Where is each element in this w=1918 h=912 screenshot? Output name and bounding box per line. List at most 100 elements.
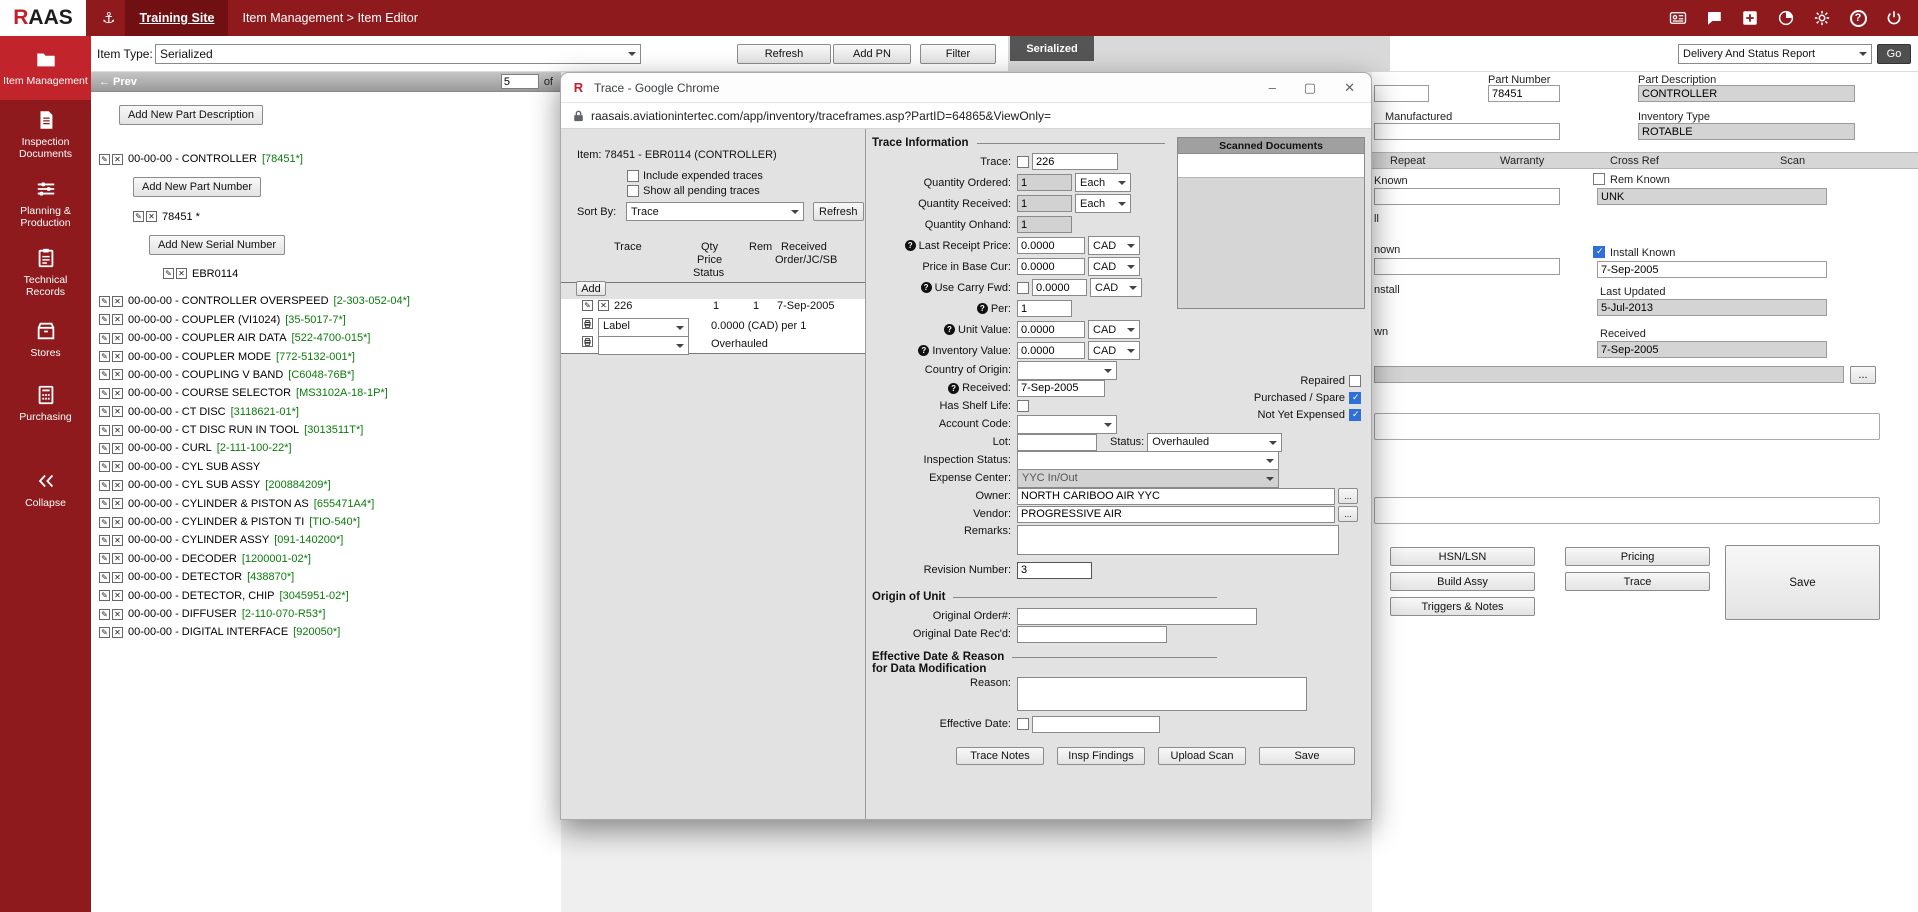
reason-textarea[interactable] — [1017, 677, 1307, 711]
delete-icon[interactable]: ✕ — [112, 406, 123, 417]
insp-findings-button[interactable]: Insp Findings — [1057, 747, 1145, 765]
sidebar-item-purchasing[interactable]: Purchasing — [0, 371, 91, 435]
last-receipt-price-input[interactable] — [1017, 237, 1085, 254]
prev-page-link[interactable]: ← Prev — [99, 76, 137, 88]
edit-icon[interactable]: ✎ — [99, 535, 110, 546]
effective-date-input[interactable] — [1032, 716, 1160, 733]
sort-by-select[interactable]: Trace — [626, 202, 804, 221]
tree-item[interactable]: ✎ ✕ 00-00-00 - DECODER [1200001-02*] — [99, 550, 561, 568]
not-yet-expensed-row[interactable]: Not Yet Expensed — [1254, 409, 1361, 421]
include-expended-checkbox-row[interactable]: Include expended traces — [627, 170, 763, 182]
tree-item[interactable]: ✎ ✕ 00-00-00 - COUPLER MODE [772-5132-00… — [99, 347, 561, 365]
add-new-part-number-button[interactable]: Add New Part Number — [133, 177, 261, 197]
upload-scan-button[interactable]: Upload Scan — [1158, 747, 1246, 765]
delete-icon[interactable]: ✕ — [176, 268, 187, 279]
sidebar-item-item-management[interactable]: Item Management — [0, 36, 91, 100]
add-new-serial-number-button[interactable]: Add New Serial Number — [149, 235, 285, 255]
remarks-textarea[interactable] — [1017, 525, 1339, 555]
rem-known-checkbox[interactable] — [1593, 173, 1605, 185]
settings-gears-icon[interactable] — [1812, 8, 1832, 28]
revision-number-input[interactable] — [1017, 562, 1092, 579]
tree-item[interactable]: ✎ ✕ 00-00-00 - CT DISC RUN IN TOOL [3013… — [99, 421, 561, 439]
inventory-value-currency-select[interactable]: CAD — [1088, 341, 1140, 360]
tree-item[interactable]: ✎ ✕ 00-00-00 - CYLINDER ASSY [091-140200… — [99, 531, 561, 549]
owner-browse-button[interactable]: ... — [1338, 488, 1358, 504]
delete-icon[interactable]: ✕ — [112, 498, 123, 509]
part-number-input[interactable] — [1488, 85, 1560, 102]
unit-value-currency-select[interactable]: CAD — [1088, 320, 1140, 339]
pie-chart-icon[interactable] — [1776, 8, 1796, 28]
tree-serial-number[interactable]: ✎ ✕ EBR0114 — [163, 265, 561, 283]
edit-icon[interactable]: ✎ — [99, 517, 110, 528]
sidebar-item-collapse[interactable]: Collapse — [0, 457, 91, 521]
sidebar-item-stores[interactable]: Stores — [0, 307, 91, 371]
filter-button[interactable]: Filter — [920, 44, 996, 64]
delete-icon[interactable]: ✕ — [112, 425, 123, 436]
delete-icon[interactable]: ✕ — [112, 369, 123, 380]
pricing-button[interactable]: Pricing — [1565, 547, 1710, 566]
help-icon[interactable]: ? — [905, 240, 916, 251]
tree-item[interactable]: ✎ ✕ 00-00-00 - DIGITAL INTERFACE [920050… — [99, 623, 561, 641]
edit-icon[interactable]: ✎ — [99, 627, 110, 638]
last-receipt-currency-select[interactable]: CAD — [1088, 236, 1140, 255]
delete-icon[interactable]: ✕ — [112, 296, 123, 307]
received-input[interactable] — [1597, 341, 1827, 358]
tag-print-select[interactable] — [598, 336, 689, 355]
original-date-input[interactable] — [1017, 626, 1167, 643]
edit-icon[interactable]: ✎ — [99, 590, 110, 601]
tree-item[interactable]: ✎ ✕ 00-00-00 - CYL SUB ASSY — [99, 458, 561, 476]
delete-icon[interactable]: ✕ — [112, 609, 123, 620]
maximize-icon[interactable]: ▢ — [1304, 80, 1316, 96]
build-assy-button[interactable]: Build Assy — [1390, 572, 1535, 591]
status-select[interactable]: Overhauled — [1147, 433, 1282, 452]
clipped-wide-input[interactable] — [1374, 366, 1844, 383]
edit-icon[interactable]: ✎ — [99, 461, 110, 472]
install-date-input[interactable] — [1597, 261, 1827, 278]
print-label-icon[interactable] — [582, 318, 593, 329]
close-icon[interactable]: ✕ — [1344, 80, 1355, 96]
minimize-icon[interactable]: – — [1269, 80, 1276, 96]
delete-icon[interactable]: ✕ — [112, 480, 123, 491]
delete-icon[interactable]: ✕ — [112, 627, 123, 638]
delete-icon[interactable]: ✕ — [112, 443, 123, 454]
tab-warranty[interactable]: Warranty — [1500, 155, 1544, 167]
country-of-origin-select[interactable] — [1017, 361, 1117, 380]
trace-refresh-button[interactable]: Refresh — [813, 202, 864, 221]
edit-icon[interactable]: ✎ — [99, 443, 110, 454]
account-code-select[interactable] — [1017, 415, 1117, 434]
tree-item[interactable]: ✎ ✕ 00-00-00 - CT DISC [3118621-01*] — [99, 403, 561, 421]
tree-root-part[interactable]: ✎ ✕ 00-00-00 - CONTROLLER [78451*] — [99, 150, 561, 168]
popup-title-bar[interactable]: R Trace - Google Chrome – ▢ ✕ — [561, 73, 1371, 103]
edit-icon[interactable]: ✎ — [99, 314, 110, 325]
tree-item[interactable]: ✎ ✕ 00-00-00 - COUPLING V BAND [C6048-76… — [99, 366, 561, 384]
edit-icon[interactable]: ✎ — [99, 480, 110, 491]
edit-icon[interactable]: ✎ — [582, 300, 593, 311]
edit-icon[interactable]: ✎ — [99, 553, 110, 564]
trace-input[interactable] — [1032, 153, 1118, 170]
last-updated-input[interactable] — [1597, 299, 1827, 316]
price-base-currency-select[interactable]: CAD — [1088, 257, 1140, 276]
unit-value-input[interactable] — [1017, 321, 1085, 338]
tree-item[interactable]: ✎ ✕ 00-00-00 - CURL [2-111-100-22*] — [99, 439, 561, 457]
tree-item[interactable]: ✎ ✕ 00-00-00 - DETECTOR [438870*] — [99, 568, 561, 586]
popup-save-button[interactable]: Save — [1259, 747, 1355, 765]
help-icon[interactable]: ? — [977, 303, 988, 314]
clipped-text-box[interactable] — [1374, 497, 1880, 524]
tree-item[interactable]: ✎ ✕ 00-00-00 - DIFFUSER [2-110-070-R53*] — [99, 605, 561, 623]
part-description-input[interactable] — [1638, 85, 1855, 102]
add-trace-button[interactable]: Add — [576, 281, 606, 296]
id-card-icon[interactable] — [1668, 8, 1688, 28]
delete-icon[interactable]: ✕ — [112, 590, 123, 601]
tree-item[interactable]: ✎ ✕ 00-00-00 - CONTROLLER OVERSPEED [2-3… — [99, 292, 561, 310]
lot-input[interactable] — [1017, 434, 1097, 451]
carry-fwd-input[interactable] — [1032, 279, 1087, 296]
edit-icon[interactable]: ✎ — [99, 333, 110, 344]
edit-icon[interactable]: ✎ — [133, 211, 144, 222]
chat-icon[interactable] — [1704, 8, 1724, 28]
received-input[interactable] — [1017, 380, 1105, 397]
delete-icon[interactable]: ✕ — [112, 517, 123, 528]
clipped-input[interactable] — [1374, 85, 1429, 102]
trace-button[interactable]: Trace — [1565, 572, 1710, 591]
training-site-link[interactable]: Training Site — [125, 0, 228, 36]
qty-ordered-input[interactable] — [1017, 174, 1072, 191]
